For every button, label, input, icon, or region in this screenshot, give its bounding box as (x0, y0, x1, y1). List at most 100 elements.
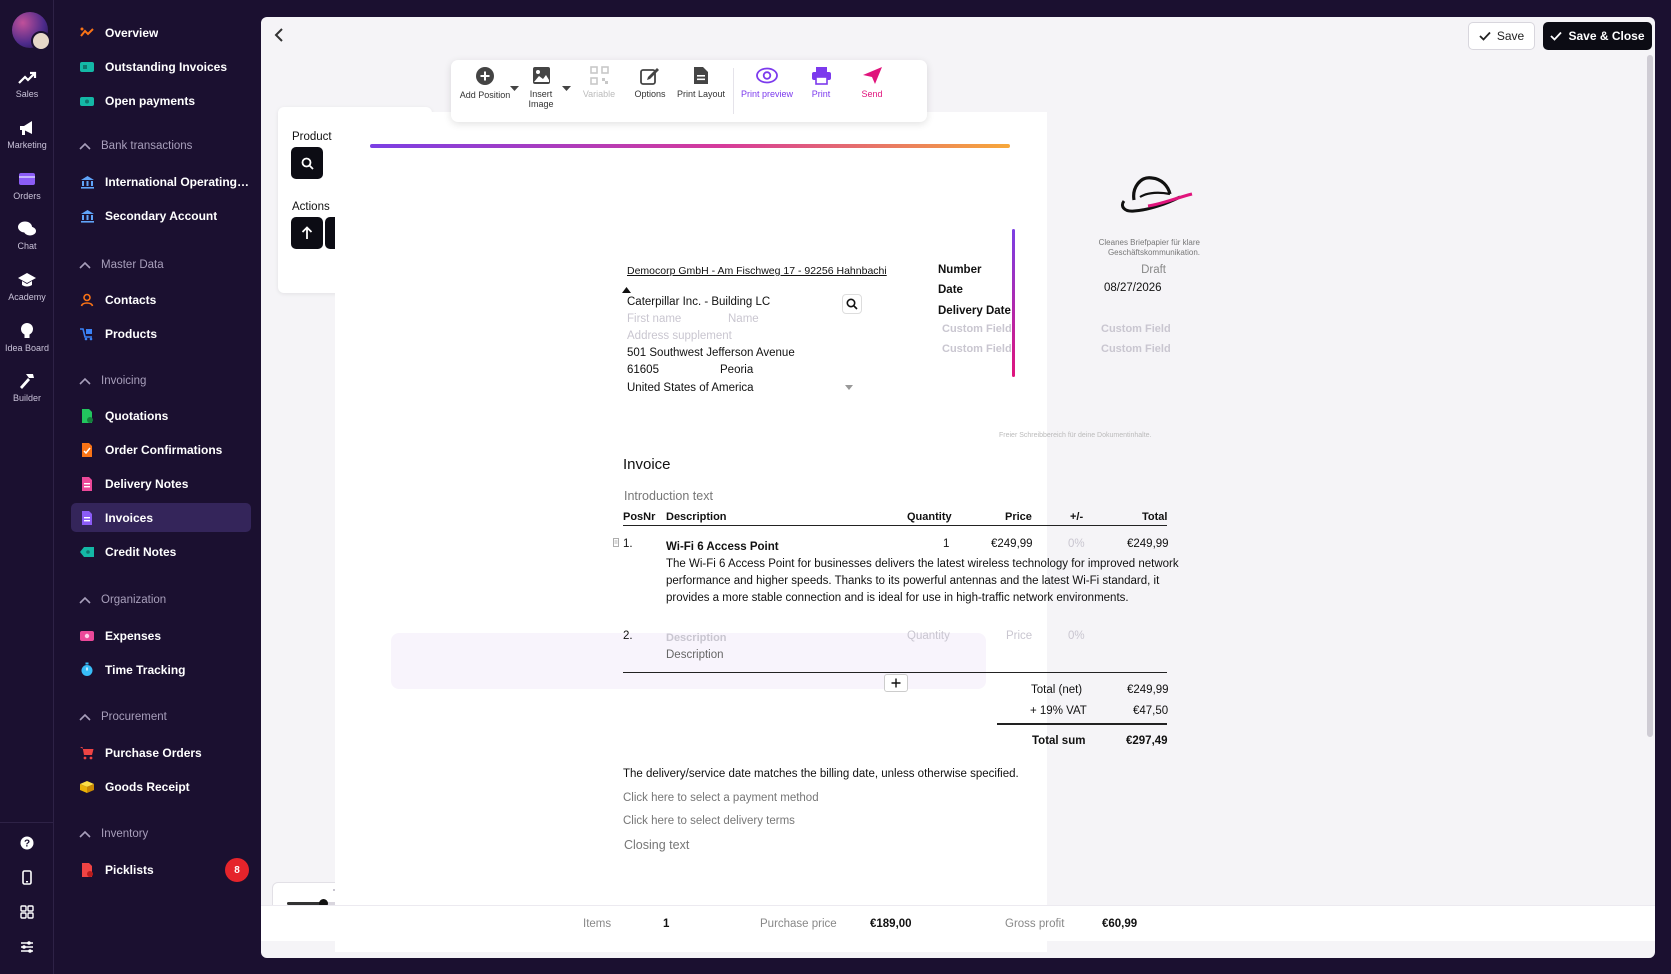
recipient-street-field[interactable]: 501 Southwest Jefferson Avenue (627, 347, 795, 359)
nav-picklists[interactable]: Picklists 8 (71, 855, 251, 884)
nav-group-procurement[interactable]: Procurement (79, 711, 167, 723)
nav-order-confirmations[interactable]: Order Confirmations (71, 435, 251, 464)
add-row-button[interactable] (884, 674, 908, 692)
scrollbar[interactable] (1647, 55, 1653, 737)
row-1-product-name[interactable]: Wi-Fi 6 Access Point (666, 541, 779, 553)
nav-secondary-account[interactable]: Secondary Account (71, 201, 251, 230)
nav-group-bank[interactable]: Bank transactions (79, 140, 192, 152)
custom-field-label-1[interactable]: Custom Field (942, 323, 1012, 335)
chevron-up-icon (79, 596, 91, 604)
apps-button[interactable] (0, 905, 54, 919)
help-button[interactable]: ? (0, 836, 54, 850)
rail-marketing[interactable]: Marketing (0, 119, 54, 150)
document-title[interactable]: Invoice (623, 456, 671, 473)
nav-outstanding-invoices[interactable]: Outstanding Invoices (71, 52, 251, 81)
recipient-search-button[interactable] (842, 294, 862, 314)
nav-time-tracking[interactable]: Time Tracking (71, 655, 251, 684)
avatar[interactable] (12, 12, 51, 51)
nav-group-organization[interactable]: Organization (79, 594, 166, 606)
recipient-country-select[interactable]: United States of America (627, 382, 754, 394)
rail-idea-board[interactable]: Idea Board (0, 322, 54, 353)
rail-builder[interactable]: Builder (0, 372, 54, 403)
picklist-icon (79, 862, 95, 878)
recipient-city-field[interactable]: Peoria (720, 364, 753, 376)
mobile-button[interactable] (0, 870, 54, 885)
recipient-address-supplement-field[interactable]: Address supplement (627, 330, 732, 342)
move-up-button[interactable] (291, 217, 323, 249)
row-1-description-line-2[interactable]: performance and higher speeds. Thanks to… (666, 575, 1159, 587)
custom-field-value-1[interactable]: Custom Field (1101, 323, 1171, 335)
custom-field-label-2[interactable]: Custom Field (942, 343, 1012, 355)
row-1-discount[interactable]: 0% (1068, 538, 1085, 550)
print-button[interactable]: Print (793, 66, 849, 99)
arrow-up-icon (301, 226, 313, 239)
insert-image-dropdown-caret-icon[interactable] (562, 86, 571, 92)
rail-orders[interactable]: Orders (0, 170, 54, 201)
nav-invoices[interactable]: Invoices (71, 503, 251, 532)
insert-image-button[interactable]: Insert Image (513, 66, 569, 109)
back-button[interactable] (269, 25, 289, 45)
drag-handle-icon[interactable] (613, 538, 619, 547)
print-preview-button[interactable]: Print preview (739, 66, 795, 99)
cart-icon (79, 745, 95, 761)
number-value[interactable]: Draft (1140, 264, 1166, 276)
delivery-terms-selector[interactable]: Click here to select delivery terms (623, 815, 795, 827)
nav-international-account[interactable]: International Operating Ac... (71, 167, 251, 196)
send-button[interactable]: Send (844, 66, 900, 99)
delivery-date-note[interactable]: The delivery/service date matches the bi… (623, 768, 1019, 780)
nav-group-inventory[interactable]: Inventory (79, 828, 148, 840)
recipient-zip-field[interactable]: 61605 (627, 364, 659, 376)
introduction-text-field[interactable]: Introduction text (624, 489, 713, 503)
nav-group-master-data[interactable]: Master Data (79, 259, 164, 271)
recipient-name-field[interactable]: Name (728, 313, 759, 325)
row-2-name-field[interactable]: Description (666, 632, 727, 644)
nav-quotations[interactable]: Quotations (71, 401, 251, 430)
row-2-quantity-field[interactable]: Quantity (907, 630, 950, 642)
rail-academy[interactable]: Academy (0, 271, 54, 302)
recipient-first-name-field[interactable]: First name (627, 313, 681, 325)
nav-contacts[interactable]: Contacts (71, 285, 251, 314)
custom-field-value-2[interactable]: Custom Field (1101, 343, 1171, 355)
row-2-price-field[interactable]: Price (1006, 630, 1032, 642)
caret-up-icon[interactable] (622, 287, 631, 293)
nav-group-invoicing[interactable]: Invoicing (79, 375, 146, 387)
closing-text-field[interactable]: Closing text (624, 838, 689, 852)
rail-sales[interactable]: Sales (0, 70, 54, 99)
nav-products[interactable]: Products (71, 319, 251, 348)
nav-overview[interactable]: Overview (71, 18, 251, 47)
print-preview-label: Print preview (740, 89, 794, 99)
row-2-discount-field[interactable]: 0% (1068, 630, 1085, 642)
nav-delivery-notes[interactable]: Delivery Notes (71, 469, 251, 498)
nav-open-payments[interactable]: Open payments (71, 86, 251, 115)
save-and-close-button[interactable]: Save & Close (1543, 22, 1652, 50)
row-1-price[interactable]: €249,99 (991, 538, 1033, 550)
nav-group-organization-label: Organization (101, 594, 167, 606)
nav-credit-notes[interactable]: Credit Notes (71, 537, 251, 566)
sender-address-line[interactable]: Democorp GmbH - Am Fischweg 17 - 92256 H… (627, 265, 887, 277)
row-1-description-line-1[interactable]: The Wi-Fi 6 Access Point for businesses … (666, 558, 1179, 570)
delivery-date-label: Delivery Date (938, 305, 1011, 317)
order-confirmation-icon (79, 442, 95, 458)
edit-icon (640, 68, 659, 85)
nav-goods-receipt[interactable]: Goods Receipt (71, 772, 251, 801)
add-position-button[interactable]: Add Position (457, 66, 513, 100)
row-2-description-field[interactable]: Description (666, 649, 724, 661)
print-layout-button[interactable]: Print Layout (673, 66, 729, 99)
nav-expenses[interactable]: Expenses (71, 621, 251, 650)
variable-button[interactable]: Variable (571, 66, 627, 99)
settings-button[interactable] (0, 940, 54, 954)
row-1-description-line-3[interactable]: provides a more stable connection and is… (666, 592, 1129, 604)
row-1-quantity[interactable]: 1 (943, 538, 949, 550)
recipient-company[interactable]: Caterpillar Inc. - Building LC (627, 296, 770, 308)
options-button[interactable]: Options (622, 66, 678, 99)
items-label: Items (583, 918, 612, 930)
free-text-hint[interactable]: Freier Schreibbereich für deine Dokument… (999, 432, 1152, 439)
rail-chat[interactable]: Chat (0, 220, 54, 251)
print-layout-label: Print Layout (676, 89, 726, 99)
nav-purchase-orders[interactable]: Purchase Orders (71, 738, 251, 767)
chevron-down-icon[interactable] (845, 385, 853, 390)
payment-method-selector[interactable]: Click here to select a payment method (623, 792, 819, 804)
product-search-button[interactable] (291, 147, 323, 179)
date-value[interactable]: 08/27/2026 (1104, 282, 1162, 294)
save-button[interactable]: Save (1468, 22, 1535, 50)
